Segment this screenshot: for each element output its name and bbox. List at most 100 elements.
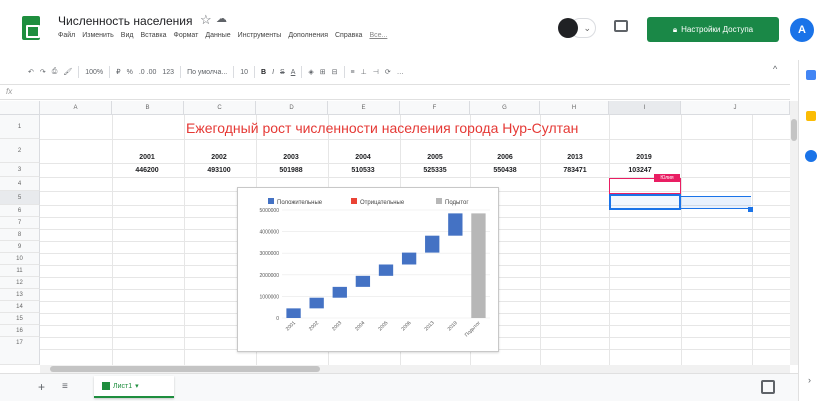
menu-help[interactable]: Справка [335,32,362,39]
row-header-7[interactable]: 7 [0,217,40,229]
year-cell[interactable]: 2003 [256,154,326,161]
row-header-11[interactable]: 11 [0,265,40,277]
redo-icon[interactable]: ↷ [40,68,46,76]
menu-edit[interactable]: Изменить [82,32,114,39]
sheet-title-cell[interactable]: Ежегодный рост численности населения гор… [186,120,578,136]
menu-tools[interactable]: Инструменты [238,32,282,39]
paint-format-icon[interactable]: 🖌︎ [63,68,72,76]
formula-bar[interactable]: fx [0,84,790,100]
spreadsheet-grid[interactable]: A B C D E F G H I J 1 2 3 4 5 6 7 8 9 10… [0,101,790,365]
zoom-select[interactable]: 100% [85,69,103,76]
borders-icon[interactable]: ⊞ [320,68,326,76]
fill-color-icon[interactable]: ◈ [308,68,313,76]
population-cell[interactable]: 493100 [184,167,254,174]
column-header-d[interactable]: D [256,101,328,115]
row-header-15[interactable]: 15 [0,313,40,325]
wrap-icon[interactable]: ⊣ [373,68,379,76]
comments-icon[interactable] [614,20,628,32]
year-cell[interactable]: 2013 [540,154,610,161]
fill-handle[interactable] [748,207,753,212]
menu-data[interactable]: Данные [205,32,230,39]
percent-format-button[interactable]: % [127,69,133,76]
population-cell[interactable]: 550438 [470,167,540,174]
row-header-10[interactable]: 10 [0,253,40,265]
horizontal-scrollbar[interactable] [40,365,790,373]
font-size-select[interactable]: 10 [240,69,248,76]
population-cell[interactable]: 501988 [256,167,326,174]
all-sheets-icon[interactable]: ≡ [62,381,68,392]
keep-icon[interactable] [806,111,816,121]
column-header-c[interactable]: C [184,101,256,115]
collaborator-avatar[interactable] [558,18,578,38]
row-header-14[interactable]: 14 [0,301,40,313]
cloud-status-icon[interactable]: ☁ [216,12,227,25]
row-header-5[interactable]: 5 [0,191,40,205]
calendar-icon[interactable] [806,70,816,80]
population-cell[interactable]: 103247 [605,167,675,174]
menu-file[interactable]: Файл [58,32,75,39]
row-header-12[interactable]: 12 [0,277,40,289]
row-header-16[interactable]: 16 [0,325,40,337]
menu-addons[interactable]: Дополнения [288,32,328,39]
number-format-select[interactable]: 123 [162,69,174,76]
year-cell[interactable]: 2002 [184,154,254,161]
star-icon[interactable]: ☆ [200,12,212,28]
row-header-8[interactable]: 8 [0,229,40,241]
column-header-f[interactable]: F [400,101,470,115]
bold-button[interactable]: B [261,69,266,76]
text-color-button[interactable]: A [291,69,296,76]
column-header-j[interactable]: J [681,101,790,115]
print-icon[interactable]: ⎙ [52,68,58,76]
year-cell[interactable]: 2005 [400,154,470,161]
active-cell[interactable] [609,194,681,210]
menu-view[interactable]: Вид [121,32,134,39]
strikethrough-button[interactable]: S [280,69,285,76]
more-icon[interactable]: … [397,69,404,76]
vertical-scroll-thumb[interactable] [791,119,797,141]
document-title[interactable]: Численность населения [58,14,192,28]
population-cell[interactable]: 510533 [328,167,398,174]
horizontal-scroll-thumb[interactable] [50,366,320,372]
column-header-h[interactable]: H [540,101,609,115]
account-avatar[interactable]: A [790,18,814,42]
row-header-4[interactable]: 4 [0,177,40,191]
currency-format-button[interactable]: ₽ [116,68,120,76]
row-header-9[interactable]: 9 [0,241,40,253]
last-edit-link[interactable]: Все... [369,32,387,39]
year-cell[interactable]: 2001 [112,154,182,161]
population-cell[interactable]: 783471 [540,167,610,174]
column-header-b[interactable]: B [112,101,184,115]
year-cell[interactable]: 2006 [470,154,540,161]
align-left-icon[interactable]: ≡ [351,69,355,76]
undo-icon[interactable]: ↶ [28,68,34,76]
population-cell[interactable]: 446200 [112,167,182,174]
add-sheet-icon[interactable]: + [38,380,45,394]
menu-insert[interactable]: Вставка [140,32,166,39]
waterfall-chart[interactable]: Положительные Отрицательные Подытог 0 100… [237,187,499,352]
collapse-toolbar-icon[interactable]: ^ [773,64,777,74]
decimal-buttons[interactable]: .0 .00 [139,69,157,76]
sheets-logo-icon[interactable] [22,16,40,40]
year-cell[interactable]: 2019 [609,154,679,161]
vertical-scrollbar[interactable] [790,101,798,365]
sheet-tab[interactable]: Лист1 ▾ [94,376,174,398]
column-header-g[interactable]: G [470,101,540,115]
population-cell[interactable]: 525335 [400,167,470,174]
valign-icon[interactable]: ⊥ [361,68,367,76]
row-header-13[interactable]: 13 [0,289,40,301]
merge-cells-icon[interactable]: ⊟ [332,68,338,76]
expand-panel-icon[interactable]: › [808,375,811,385]
select-all-corner[interactable] [0,101,40,115]
year-cell[interactable]: 2004 [328,154,398,161]
row-header-17[interactable]: 17 [0,337,40,365]
menu-format[interactable]: Формат [174,32,199,39]
column-header-i[interactable]: I [609,101,681,115]
explore-icon[interactable] [761,380,775,394]
column-header-a[interactable]: A [40,101,112,115]
row-header-2[interactable]: 2 [0,139,40,163]
row-header-1[interactable]: 1 [0,115,40,139]
italic-button[interactable]: I [272,69,274,76]
row-header-3[interactable]: 3 [0,163,40,177]
rotate-icon[interactable]: ⟳ [385,68,391,76]
tasks-icon[interactable] [805,150,817,162]
